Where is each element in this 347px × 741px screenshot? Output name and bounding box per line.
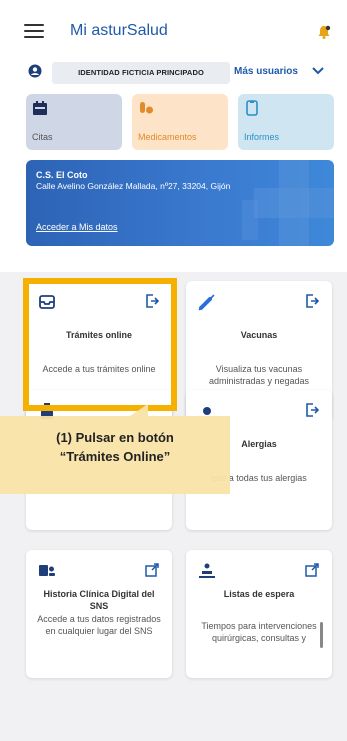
external-link-icon[interactable] — [144, 562, 160, 578]
callout-line-1: (1) Pulsar en botón — [56, 430, 174, 445]
more-users-button[interactable]: Más usuarios — [234, 66, 298, 77]
bell-icon[interactable] — [316, 24, 332, 40]
tile-label: Medicamentos — [138, 132, 197, 142]
card-title: Vacunas — [240, 330, 278, 340]
card-description: Accede a tus trámites online — [42, 364, 156, 374]
app-title: Mi asturSalud — [70, 22, 168, 39]
hamburger-icon[interactable] — [24, 24, 44, 38]
card-description: ede a todas tus alergias — [211, 473, 307, 483]
open-external-icon[interactable] — [144, 293, 160, 309]
user-row: IDENTIDAD FICTICIA PRINCIPADO Más usuari… — [0, 60, 347, 86]
app-screen: Mi asturSalud IDENTIDAD FICTICIA PRINCIP… — [0, 0, 347, 741]
medical-record-icon — [39, 565, 55, 576]
clipboard-icon — [41, 403, 53, 419]
medical-cross-decoration — [242, 160, 334, 246]
tile-informes[interactable]: Informes — [238, 94, 334, 150]
card-title: Listas de espera — [223, 589, 295, 599]
calendar-icon — [33, 101, 47, 115]
card-description: Visualiza tus vacunas administradas y ne… — [208, 364, 310, 386]
app-header: Mi asturSalud — [0, 0, 347, 58]
external-link-icon[interactable] — [304, 562, 320, 578]
document-icon — [246, 100, 258, 116]
card-description: Tiempos para intervenciones quirúrgicas,… — [201, 621, 317, 643]
card-description: Accede a tus datos registrados en cualqu… — [37, 614, 161, 636]
user-identity: IDENTIDAD FICTICIA PRINCIPADO — [52, 62, 230, 84]
chevron-down-icon[interactable] — [311, 66, 325, 76]
tile-medicamentos[interactable]: Medicamentos — [132, 94, 228, 150]
open-external-icon[interactable] — [304, 402, 320, 418]
tutorial-callout-text: (1) Pulsar en botón “Trámites Online” — [0, 428, 230, 466]
health-center-address: Calle Avelino González Mallada, nº27, 33… — [36, 181, 231, 191]
pills-icon — [140, 102, 153, 114]
scroll-indicator[interactable] — [320, 622, 323, 648]
user-icon — [28, 64, 42, 78]
syringe-icon — [198, 294, 215, 311]
health-center-card: C.S. El Coto Calle Avelino González Mall… — [26, 160, 334, 246]
callout-line-2: “Trámites Online” — [59, 449, 171, 464]
card-title: Historia Clínica Digital del SNS — [43, 589, 155, 611]
open-external-icon[interactable] — [304, 293, 320, 309]
card-listas-espera[interactable]: Listas de espera Tiempos para intervenci… — [186, 550, 332, 678]
card-historia-clinica[interactable]: Historia Clínica Digital del SNS Accede … — [26, 550, 172, 678]
my-data-link[interactable]: Acceder a Mis datos — [36, 222, 118, 232]
tile-label: Informes — [244, 132, 280, 142]
allergy-icon — [203, 407, 211, 415]
patient-bed-icon — [199, 563, 215, 578]
tile-citas[interactable]: Citas — [26, 94, 122, 150]
inbox-icon — [39, 295, 55, 309]
tile-label: Citas — [32, 132, 53, 142]
health-center-name: C.S. El Coto — [36, 170, 88, 180]
card-title: Trámites online — [65, 330, 133, 340]
